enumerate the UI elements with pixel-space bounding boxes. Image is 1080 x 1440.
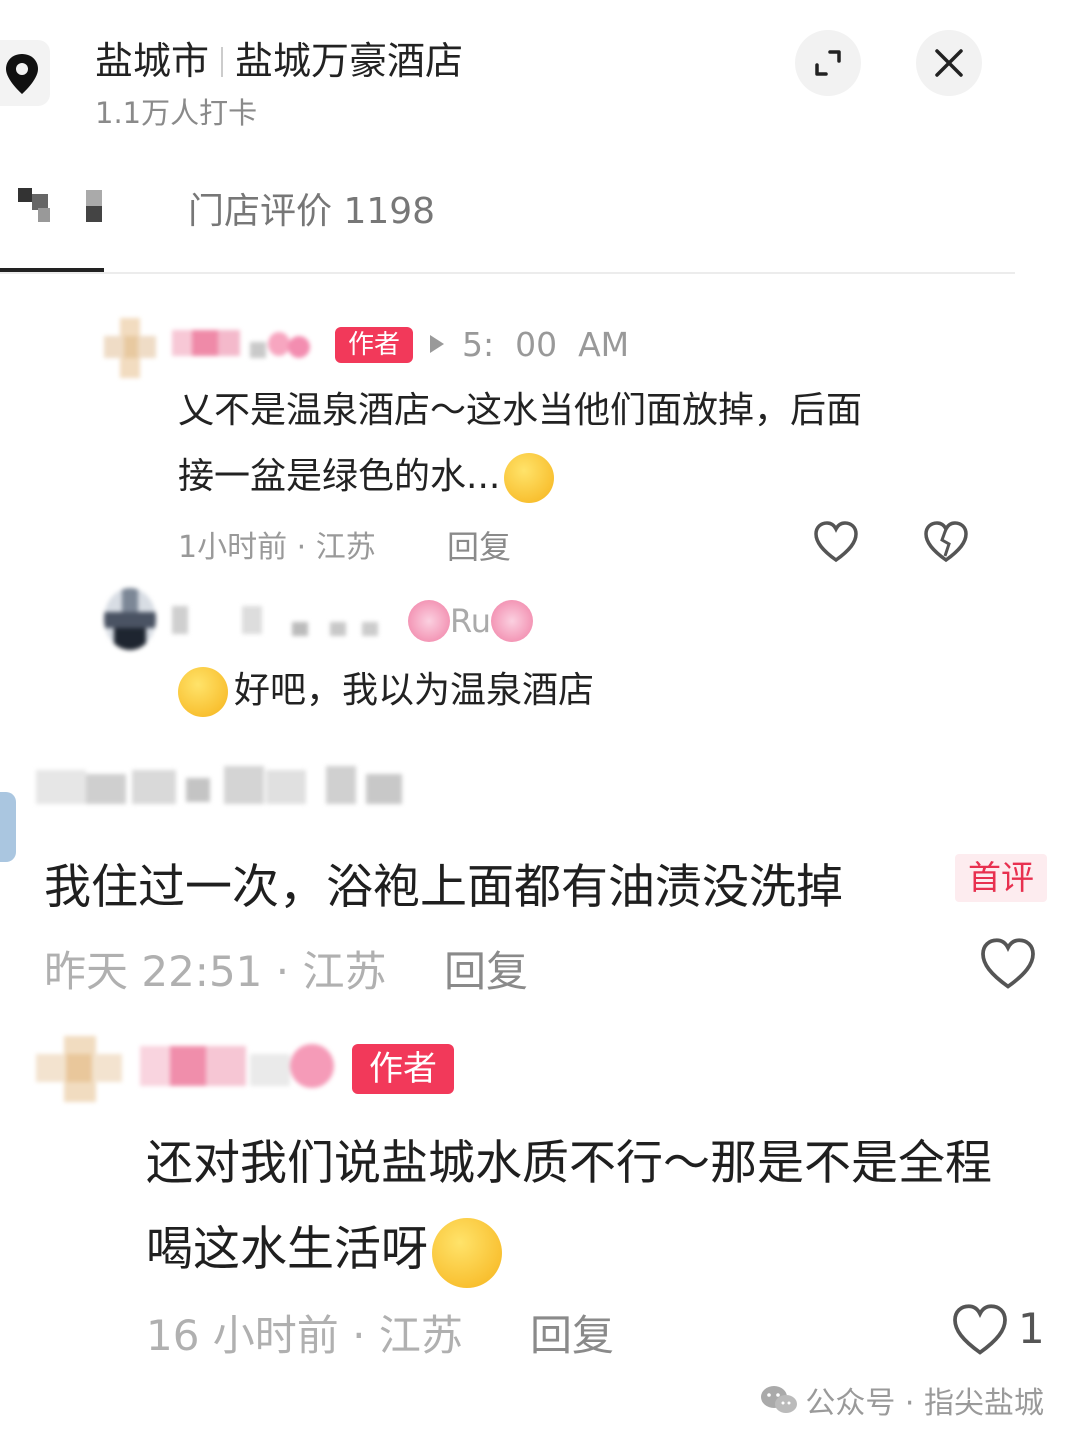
like-heart-icon[interactable] [812,520,860,568]
comment-text-line2: 喝这水生活呀 [146,1222,428,1277]
cherry-blossom-icon [408,600,450,642]
flushed-face-emoji-icon [432,1217,502,1288]
like-heart-icon[interactable] [950,1302,1010,1362]
tab-pixelated-label[interactable] [0,188,110,228]
reply-button[interactable]: 回复 [447,522,511,568]
comment-text: 我住过一次，浴袍上面都有油渍没洗掉 [44,860,843,915]
tab-store-reviews[interactable]: 门店评价 1198 [188,182,435,234]
author-badge: 作者 [352,1044,454,1094]
comment-text-line2-wrap: 喝这水生活呀 [146,1210,502,1288]
comment-meta: 1小时前 · 江苏 [178,530,376,565]
first-review-tag: 首评 [955,854,1047,902]
comment-text: 好吧，我以为温泉酒店 [234,670,595,711]
comment-text-line2-wrap: 接一盆是绿色的水... [178,444,555,510]
like-count: 1 [1018,1304,1045,1353]
dislike-broken-heart-icon[interactable] [922,520,970,568]
avatar[interactable] [104,318,156,378]
username-blurred[interactable] [172,326,322,362]
expand-icon [815,50,841,76]
laughing-tears-emoji-icon [178,667,228,717]
username-suffix-wrap[interactable]: Ru [408,600,534,642]
username-blurred[interactable] [36,760,406,810]
expand-button[interactable] [795,30,861,96]
reply-button[interactable]: 回复 [444,938,528,999]
watermark-text: 公众号 · 指尖盐城 [805,1386,1044,1421]
close-button[interactable] [916,30,982,96]
city-name: 盐城市 [95,39,210,83]
cherry-blossom-icon [491,600,534,642]
comment-text-wrap: 好吧，我以为温泉酒店 [178,658,594,724]
inline-time: 5: 00 AM [462,325,630,364]
like-heart-icon[interactable] [978,936,1038,996]
play-triangle-icon [428,333,446,359]
title-separator [221,47,224,77]
comment-text-line1: 乂不是温泉酒店～这水当他们面放掉，后面 [178,390,863,431]
username-blurred[interactable] [140,1040,340,1096]
avatar[interactable] [0,792,16,862]
location-pin-icon [6,54,38,94]
author-badge: 作者 [335,327,413,363]
comment-meta: 昨天 22:51 · 江苏 [44,947,387,996]
username-blurred[interactable] [172,602,392,642]
watermark: 公众号 · 指尖盐城 [759,1378,1044,1422]
avatar[interactable] [104,588,156,650]
reply-button[interactable]: 回复 [530,1302,614,1363]
comment-text-line1: 还对我们说盐城水质不行～那是不是全程 [146,1136,992,1191]
confounded-face-emoji-icon [504,453,555,503]
comment-text-line2: 接一盆是绿色的水... [178,456,501,497]
avatar[interactable] [36,1036,122,1102]
hotel-name: 盐城万豪酒店 [235,39,464,83]
close-icon [935,49,963,77]
tab-divider [0,272,1015,274]
wechat-icon [761,1386,798,1413]
username-suffix: Ru [450,602,492,640]
comment-meta: 16 小时前 · 江苏 [146,1311,463,1360]
checkin-count: 1.1万人打卡 [95,96,258,130]
location-title[interactable]: 盐城市 盐城万豪酒店 [95,30,463,85]
location-pin-box [0,40,50,106]
